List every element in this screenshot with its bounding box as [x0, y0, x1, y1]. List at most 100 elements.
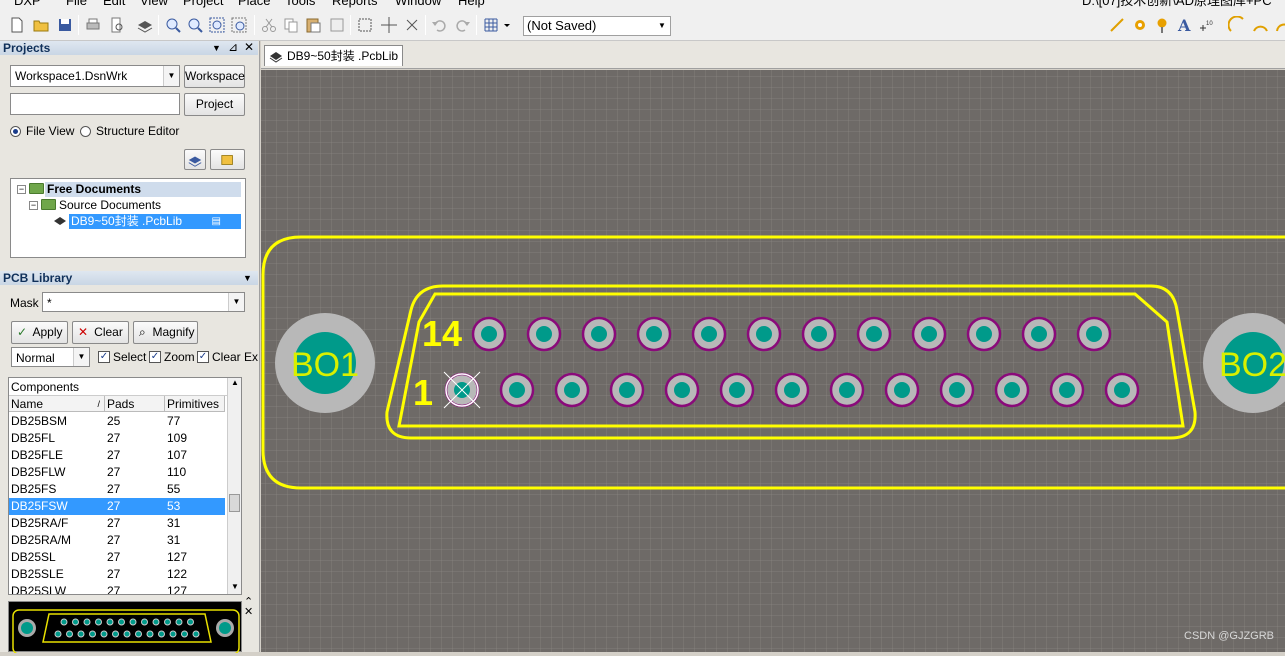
table-row[interactable]: DB25FLE 27 107	[9, 447, 225, 464]
pad-tool-icon[interactable]	[1131, 16, 1149, 34]
filter-mode-combo[interactable]: Normal ▼	[11, 347, 90, 367]
menu-dxp[interactable]: DXP	[14, 0, 41, 8]
pad-top-row[interactable]	[1021, 316, 1057, 352]
table-row[interactable]: DB25FL 27 109	[9, 430, 225, 447]
clear-existing-checkbox[interactable]: ✓	[197, 351, 209, 363]
rubber-stamp-icon[interactable]	[328, 16, 346, 34]
pad-bottom-row[interactable]	[829, 372, 865, 408]
grid-dropdown-icon[interactable]	[502, 16, 512, 34]
panel-menu-icon[interactable]: ▼	[212, 41, 221, 55]
zoom-fit-icon[interactable]	[208, 16, 226, 34]
project-field[interactable]	[10, 93, 180, 115]
collapse-icon[interactable]: −	[17, 185, 26, 194]
pad-bottom-row[interactable]	[994, 372, 1030, 408]
workspace-button[interactable]: Workspace	[184, 65, 245, 88]
pad-top-row[interactable]	[746, 316, 782, 352]
panel-menu-icon[interactable]: ▼	[243, 271, 252, 285]
table-row[interactable]: DB25SLE 27 122	[9, 566, 225, 583]
redo-icon[interactable]	[454, 16, 472, 34]
menu-tools[interactable]: Tools	[285, 0, 315, 8]
pad-top-row[interactable]	[911, 316, 947, 352]
table-row[interactable]: DB25RA/F 27 31	[9, 515, 225, 532]
pad-bottom-row[interactable]	[1104, 372, 1140, 408]
grid-icon[interactable]	[482, 16, 500, 34]
pad-bottom-row[interactable]	[884, 372, 920, 408]
menu-file[interactable]: File	[66, 0, 87, 8]
table-row[interactable]: DB25BSM 25 77	[9, 413, 225, 430]
table-row[interactable]: DB25FLW 27 110	[9, 464, 225, 481]
menu-view[interactable]: View	[140, 0, 168, 8]
copy-icon[interactable]	[282, 16, 300, 34]
structure-editor-radio[interactable]	[80, 126, 91, 137]
scroll-up-icon[interactable]: ▲	[231, 378, 239, 387]
pad-bottom-row[interactable]	[1049, 372, 1085, 408]
table-row[interactable]: DB25FS 27 55	[9, 481, 225, 498]
zoom-checkbox[interactable]: ✓	[149, 351, 161, 363]
pad-bottom-row[interactable]	[774, 372, 810, 408]
compile-icon[interactable]	[184, 149, 206, 170]
column-header-pads[interactable]: Pads	[105, 396, 165, 412]
move-icon[interactable]	[380, 16, 398, 34]
tree-item-free-documents[interactable]: Free Documents	[45, 182, 241, 197]
close-preview-icon[interactable]: ✕	[244, 605, 253, 619]
apply-button[interactable]: ✓ Apply	[11, 321, 68, 344]
open-folder-icon[interactable]	[32, 16, 50, 34]
menu-edit[interactable]: Edit	[103, 0, 125, 8]
pad-bottom-row[interactable]	[609, 372, 645, 408]
deselect-icon[interactable]	[403, 16, 421, 34]
cut-icon[interactable]	[260, 16, 278, 34]
scroll-down-icon[interactable]: ▼	[231, 582, 239, 591]
text-tool-icon[interactable]: A	[1176, 16, 1194, 34]
column-header-name[interactable]: Name /	[9, 396, 105, 412]
pad-top-row[interactable]	[801, 316, 837, 352]
paste-icon[interactable]	[304, 16, 322, 34]
pad-bottom-row[interactable]	[719, 372, 755, 408]
document-tab-pcblib[interactable]: DB9~50封装 .PcbLib	[264, 45, 404, 66]
pad-top-row[interactable]	[691, 316, 727, 352]
table-row[interactable]: DB25RA/M 27 31	[9, 532, 225, 549]
pin-icon[interactable]: ⊿	[228, 40, 238, 54]
undo-icon[interactable]	[430, 16, 448, 34]
column-header-primitives[interactable]: Primitives	[165, 396, 225, 412]
new-file-icon[interactable]	[8, 16, 26, 34]
coordinate-tool-icon[interactable]: 10	[1198, 16, 1216, 34]
menu-place[interactable]: Place	[238, 0, 271, 8]
magnify-button[interactable]: ⌕ Magnify	[133, 321, 198, 344]
table-row[interactable]: DB25SLW 27 127	[9, 583, 225, 594]
print-icon[interactable]	[84, 16, 102, 34]
components-scrollbar[interactable]: ▲ ▼	[227, 378, 241, 594]
tree-item-pcblib[interactable]: DB9~50封装 .PcbLib ▤	[69, 214, 241, 229]
pad-bottom-row[interactable]	[499, 372, 535, 408]
menu-window[interactable]: Window	[395, 0, 441, 8]
table-row[interactable]: DB25SL 27 127	[9, 549, 225, 566]
print-preview-icon[interactable]	[108, 16, 126, 34]
saved-state-combo[interactable]: (Not Saved) ▼	[523, 16, 671, 36]
menu-project[interactable]: Project	[183, 0, 223, 8]
menu-reports[interactable]: Reports	[332, 0, 378, 8]
pad-bottom-row[interactable]	[939, 372, 975, 408]
workspace-combo[interactable]: Workspace1.DsnWrk ▼	[10, 65, 180, 87]
pad-top-row[interactable]	[856, 316, 892, 352]
zoom-out-icon[interactable]	[186, 16, 204, 34]
project-button[interactable]: Project	[184, 93, 245, 116]
select-area-icon[interactable]	[356, 16, 374, 34]
zoom-in-icon[interactable]	[164, 16, 182, 34]
arc-any-tool-icon[interactable]	[1274, 16, 1285, 34]
pad-top-row[interactable]	[581, 316, 617, 352]
pad-bottom-row[interactable]	[664, 372, 700, 408]
pad-top-row[interactable]	[636, 316, 672, 352]
line-tool-icon[interactable]	[1108, 16, 1126, 34]
close-panel-icon[interactable]: ✕	[244, 40, 254, 54]
arc-center-tool-icon[interactable]	[1228, 16, 1246, 34]
project-options-icon[interactable]	[210, 149, 245, 170]
via-tool-icon[interactable]	[1153, 16, 1171, 34]
pad-top-row[interactable]	[966, 316, 1002, 352]
zoom-selected-icon[interactable]	[230, 16, 248, 34]
clear-button[interactable]: ✕ Clear	[72, 321, 129, 344]
tree-item-source-documents[interactable]: Source Documents	[59, 198, 161, 213]
pad-bottom-row[interactable]	[554, 372, 590, 408]
layers-icon[interactable]	[136, 16, 154, 34]
mask-input[interactable]: * ▼	[42, 292, 245, 312]
pad-bottom-row[interactable]	[443, 371, 481, 409]
arc-edge-tool-icon[interactable]	[1251, 16, 1269, 34]
